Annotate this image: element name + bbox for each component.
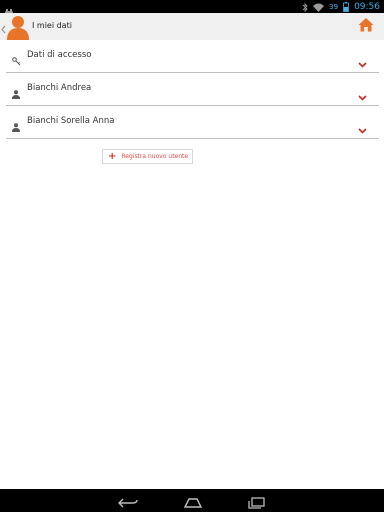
plus-icon: + <box>108 150 117 162</box>
chevron-down-icon[interactable] <box>358 86 367 105</box>
register-new-user-button[interactable]: + Registra nuovo utente <box>102 149 193 164</box>
chevron-down-icon[interactable] <box>358 53 367 72</box>
key-icon <box>12 51 21 70</box>
person-icon <box>12 117 20 136</box>
status-bar: 39 09:56 <box>0 0 384 17</box>
register-button-label: Registra nuovo utente <box>121 153 189 160</box>
chevron-down-icon[interactable] <box>358 119 367 138</box>
list-item-label: Bianchi Sorella Anna <box>27 116 115 126</box>
home-nav-icon[interactable] <box>183 494 203 513</box>
list-item-bianchi-sorella-anna[interactable]: Bianchi Sorella Anna <box>6 106 379 139</box>
action-bar: I miei dati <box>0 13 384 40</box>
system-navigation-bar <box>0 489 384 512</box>
user-list: Dati di accesso Bianchi Andrea Bianchi S… <box>6 40 379 139</box>
clock: 09:56 <box>354 1 380 12</box>
list-item-bianchi-andrea[interactable]: Bianchi Andrea <box>6 73 379 106</box>
page-title: I miei dati <box>32 21 72 30</box>
list-item-label: Bianchi Andrea <box>27 83 92 93</box>
list-item-label: Dati di accesso <box>27 50 92 60</box>
back-icon[interactable] <box>118 494 138 513</box>
list-item-dati-di-accesso[interactable]: Dati di accesso <box>6 40 379 73</box>
recent-apps-icon[interactable] <box>248 494 266 513</box>
home-icon[interactable] <box>358 17 374 36</box>
person-icon <box>12 84 20 103</box>
battery-level: 39 <box>329 2 339 11</box>
